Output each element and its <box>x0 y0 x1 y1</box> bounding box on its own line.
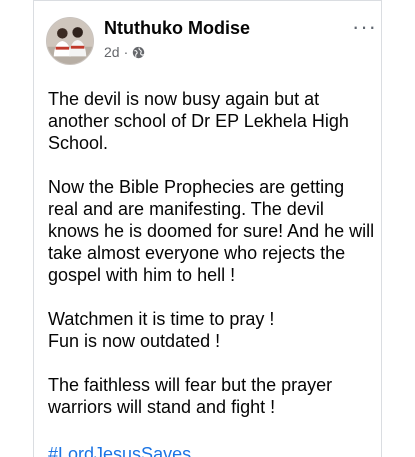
post-timestamp[interactable]: 2d <box>104 44 120 60</box>
hashtag-link[interactable]: #LordJesusSaves <box>48 443 191 457</box>
card-top-border <box>33 0 381 1</box>
globe-icon[interactable] <box>132 46 145 59</box>
card-right-border <box>381 0 382 457</box>
post-paragraph: Now the Bible Prophecies are getting rea… <box>48 177 375 285</box>
post-paragraph: The faithless will fear but the prayer w… <box>48 375 333 417</box>
more-options-button[interactable]: ··· <box>352 16 377 38</box>
post-meta: 2d · <box>104 44 145 60</box>
post-card: Ntuthuko Modise 2d · ··· The devil is no… <box>0 0 415 457</box>
post-paragraph: The devil is now busy again but at anoth… <box>48 89 349 153</box>
avatar-image <box>47 18 93 64</box>
meta-separator: · <box>123 44 129 60</box>
post-author-name[interactable]: Ntuthuko Modise <box>104 18 250 39</box>
avatar[interactable] <box>46 17 94 65</box>
post-paragraph: Watchmen it is time to pray ! Fun is now… <box>48 309 275 351</box>
card-left-border <box>33 0 34 457</box>
post-body: The devil is now busy again but at anoth… <box>48 88 378 440</box>
